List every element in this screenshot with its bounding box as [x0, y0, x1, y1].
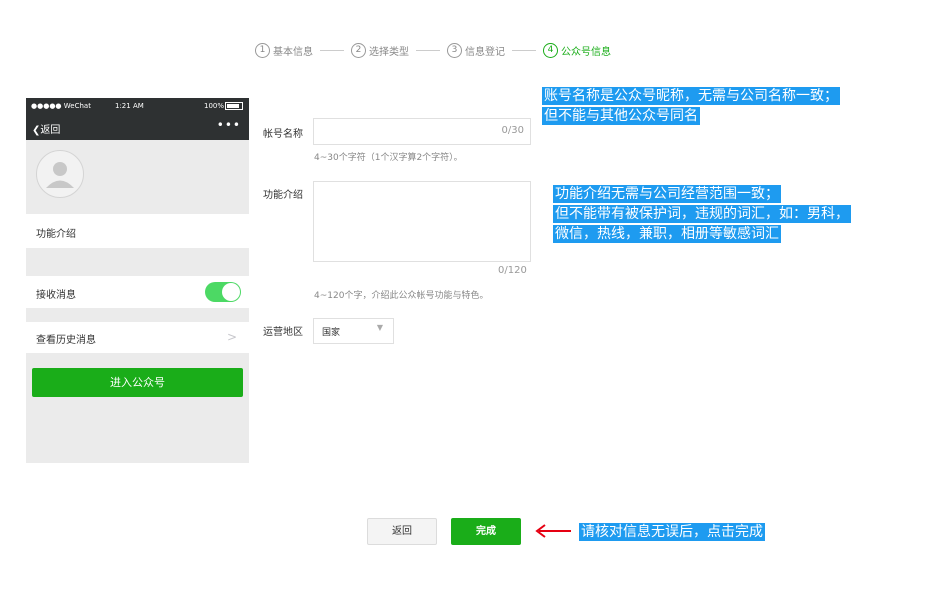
arrow-left-icon: [535, 524, 571, 538]
intro-counter: 0/120: [498, 265, 527, 276]
intro-note-line3: 微信，热线，兼职，相册等敏感词汇: [553, 225, 781, 243]
region-value: 国家: [322, 328, 341, 338]
phone-func-intro-cell: 功能介绍: [26, 214, 249, 248]
step-3-label: 信息登记: [465, 46, 505, 58]
account-name-note-line1: 账号名称是公众号昵称，无需与公司名称一致；: [542, 87, 840, 105]
intro-note-line1: 功能介绍无需与公司经营范围一致；: [553, 185, 781, 203]
step-2: 2 选择类型: [351, 42, 409, 58]
time-text: 1:21 AM: [115, 102, 144, 110]
step-3: 3 信息登记: [447, 42, 505, 58]
step-1-label: 基本信息: [273, 46, 313, 58]
user-icon: [46, 162, 74, 188]
phone-receive-label: 接收消息: [36, 290, 76, 301]
phone-status-bar: ●●●●● WeChat 1:21 AM 100%: [26, 98, 249, 114]
battery-text: 100%: [204, 102, 225, 110]
phone-navbar: ❮返回 •••: [26, 114, 249, 140]
step-3-number: 3: [447, 42, 462, 58]
region-select[interactable]: 国家 ▼: [313, 318, 394, 344]
done-button[interactable]: 完成: [451, 518, 521, 545]
step-1-number: 1: [255, 42, 270, 58]
intro-label: 功能介绍: [263, 190, 303, 201]
phone-enter-button: 进入公众号: [32, 368, 243, 397]
phone-preview: ●●●●● WeChat 1:21 AM 100% ❮返回 ••• 功能介绍 接…: [26, 98, 249, 463]
intro-hint: 4~120个字，介绍此公众帐号功能与特色。: [314, 291, 489, 301]
intro-note: 功能介绍无需与公司经营范围一致； 但不能带有被保护词，违规的词汇，如：男科， 微…: [553, 183, 851, 243]
step-4-number: 4: [543, 42, 558, 58]
account-name-counter: 0/30: [501, 125, 524, 136]
step-1: 1 基本信息: [255, 42, 313, 58]
carrier-text: ●●●●● WeChat: [31, 102, 91, 110]
step-4-label: 公众号信息: [561, 46, 611, 58]
step-2-number: 2: [351, 42, 366, 58]
account-name-hint: 4~30个字符（1个汉字算2个字符）。: [314, 153, 463, 163]
step-2-label: 选择类型: [369, 46, 409, 58]
account-name-note: 账号名称是公众号昵称，无需与公司名称一致； 但不能与其他公众号同名: [542, 85, 840, 125]
region-label: 运营地区: [263, 327, 303, 338]
step-divider: [416, 49, 440, 51]
phone-history-label: 查看历史消息: [36, 335, 96, 346]
phone-back-label: 返回: [40, 125, 61, 136]
phone-receive-cell: 接收消息: [26, 276, 249, 308]
account-name-label: 帐号名称: [263, 129, 303, 140]
receive-toggle: [205, 282, 241, 302]
chevron-right-icon: >: [226, 330, 237, 344]
step-divider: [512, 49, 536, 51]
step-4: 4 公众号信息: [543, 42, 611, 58]
phone-history-cell: 查看历史消息 >: [26, 322, 249, 353]
battery-icon: [225, 102, 243, 110]
finish-note: 请核对信息无误后，点击完成: [579, 523, 765, 541]
account-name-note-line2: 但不能与其他公众号同名: [542, 107, 700, 125]
phone-func-intro-label: 功能介绍: [36, 229, 76, 240]
intro-note-line2: 但不能带有被保护词，违规的词汇，如：男科，: [553, 205, 851, 223]
account-name-input[interactable]: 0/30: [313, 118, 531, 145]
step-indicator: 1 基本信息 2 选择类型 3 信息登记 4 公众号信息: [255, 41, 611, 59]
step-divider: [320, 49, 344, 51]
avatar: [36, 150, 84, 198]
intro-textarea[interactable]: [313, 181, 531, 262]
chevron-down-icon: ▼: [376, 323, 383, 332]
phone-back-link: ❮返回: [32, 125, 61, 136]
more-icon: •••: [216, 118, 241, 132]
back-button[interactable]: 返回: [367, 518, 437, 545]
phone-profile: [26, 140, 249, 214]
